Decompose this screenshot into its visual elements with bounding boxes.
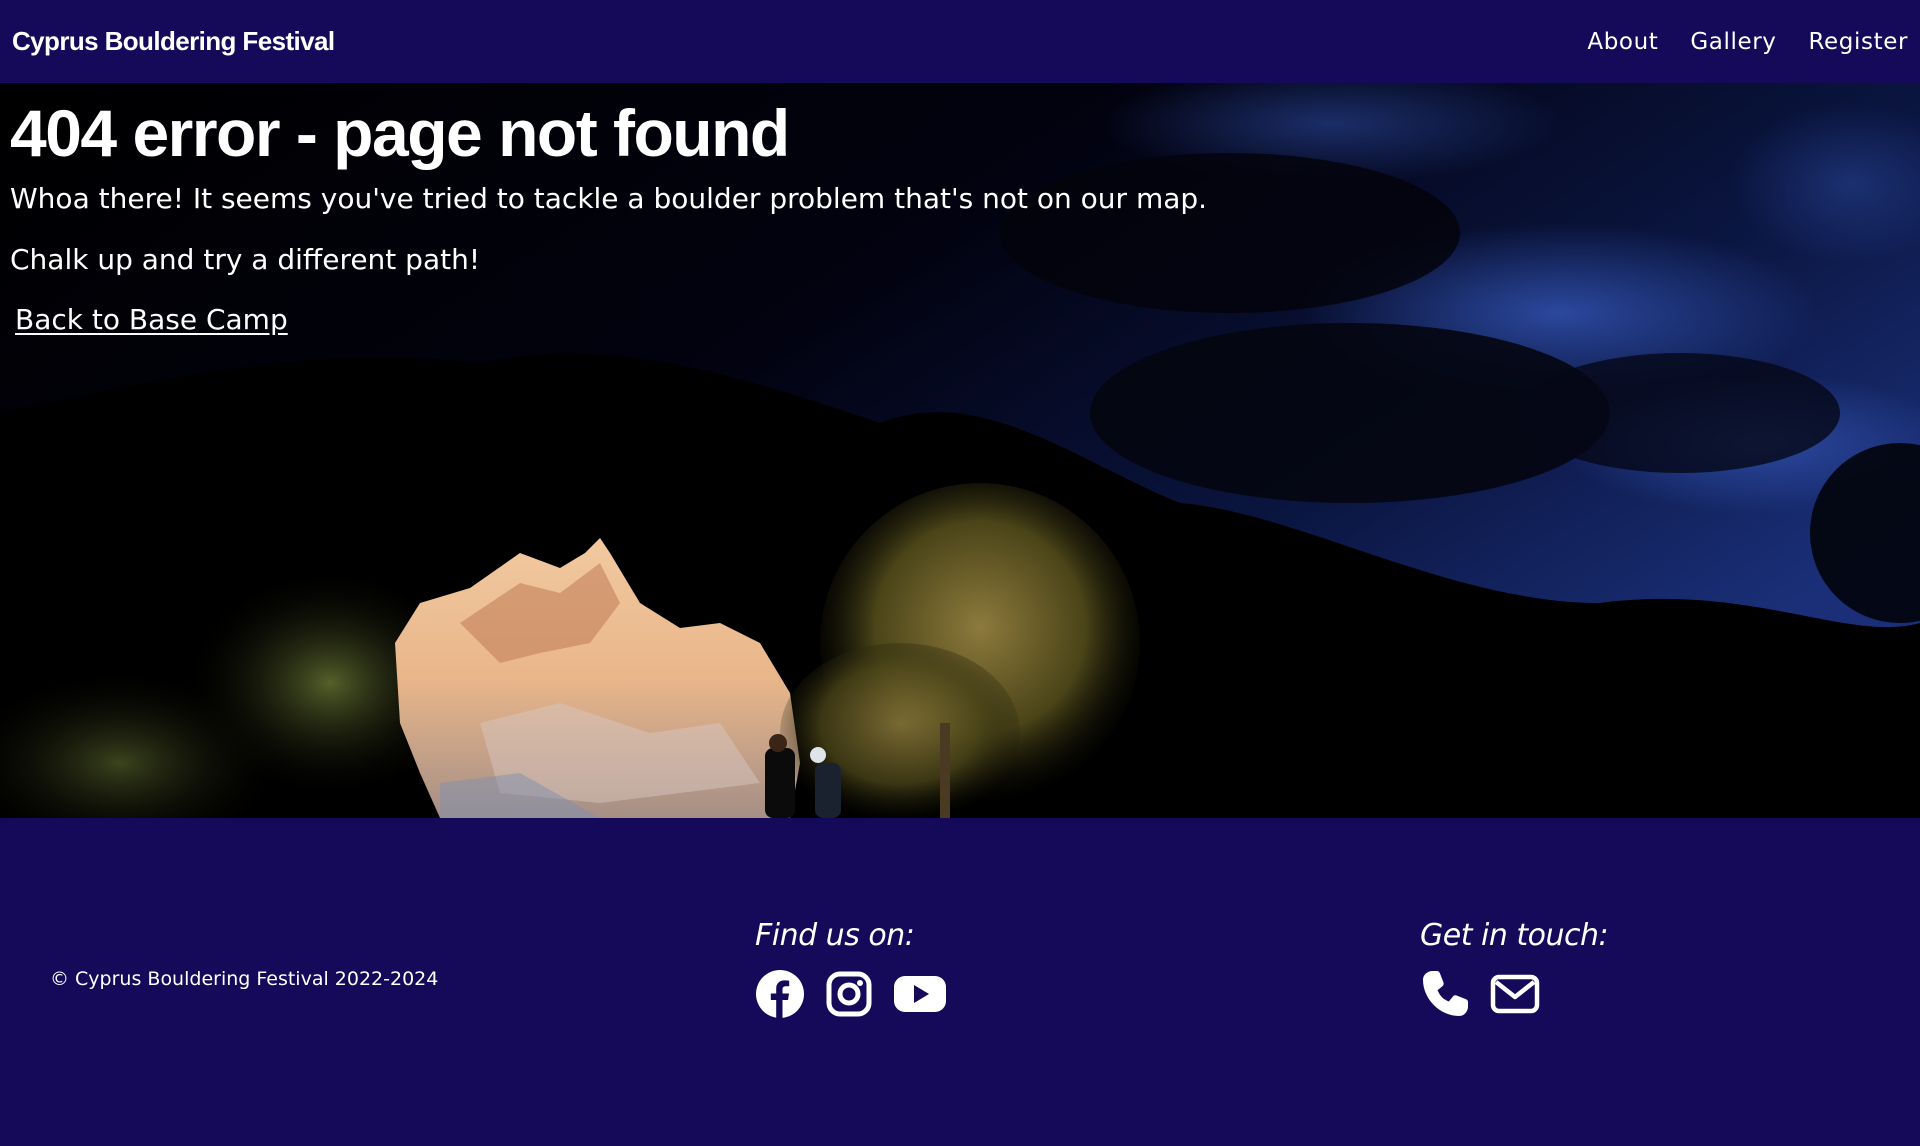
copyright-text: © Cyprus Bouldering Festival 2022-2024 bbox=[50, 968, 439, 990]
error-suggestion: Chalk up and try a different path! bbox=[10, 242, 481, 276]
instagram-icon[interactable] bbox=[825, 970, 873, 1018]
phone-icon[interactable] bbox=[1420, 969, 1470, 1019]
social-links-section: Find us on: bbox=[755, 918, 967, 1019]
social-heading: Find us on: bbox=[755, 918, 915, 953]
page-title: 404 error - page not found bbox=[10, 96, 790, 170]
facebook-icon[interactable] bbox=[755, 969, 805, 1019]
nav-link-about[interactable]: About bbox=[1587, 29, 1658, 55]
nav-link-register[interactable]: Register bbox=[1809, 29, 1909, 55]
contact-heading: Get in touch: bbox=[1420, 918, 1609, 953]
hero-section: 404 error - page not found Whoa there! I… bbox=[0, 83, 1920, 818]
nav-link-gallery[interactable]: Gallery bbox=[1690, 29, 1776, 55]
envelope-icon[interactable] bbox=[1490, 974, 1540, 1014]
main-nav: About Gallery Register bbox=[1555, 29, 1908, 55]
error-description: Whoa there! It seems you've tried to tac… bbox=[10, 182, 1208, 216]
youtube-icon[interactable] bbox=[893, 974, 947, 1014]
back-to-base-camp-link[interactable]: Back to Base Camp bbox=[15, 303, 288, 336]
error-message-block: 404 error - page not found Whoa there! I… bbox=[10, 96, 1208, 336]
site-footer: © Cyprus Bouldering Festival 2022-2024 F… bbox=[0, 818, 1920, 1146]
contact-section: Get in touch: bbox=[1420, 918, 1609, 1019]
brand-logo-link[interactable]: Cyprus Bouldering Festival bbox=[12, 26, 335, 57]
site-header: Cyprus Bouldering Festival About Gallery… bbox=[0, 0, 1920, 83]
